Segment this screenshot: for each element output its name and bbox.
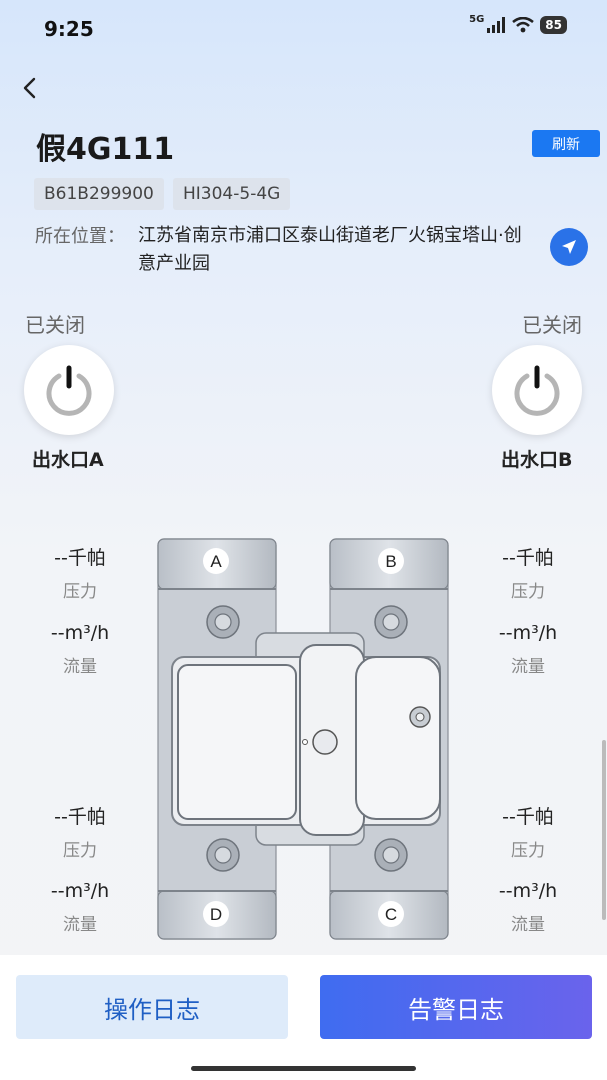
flow-value: --m³/h bbox=[50, 622, 110, 644]
home-indicator[interactable] bbox=[191, 1066, 416, 1071]
power-icon bbox=[514, 365, 560, 416]
alarm-log-button[interactable]: 告警日志 bbox=[320, 975, 592, 1039]
flow-label: 流量 bbox=[63, 657, 97, 677]
scrollbar[interactable] bbox=[602, 740, 606, 920]
port-a-label: A bbox=[210, 552, 222, 571]
navigate-button[interactable] bbox=[550, 228, 588, 266]
status-time: 9:25 bbox=[44, 17, 94, 41]
port-b-label: B bbox=[385, 552, 396, 571]
reading-top-right-pressure: --千帕 压力 bbox=[483, 546, 573, 604]
status-icons: 5G 85 bbox=[469, 13, 567, 34]
pressure-value: --千帕 bbox=[54, 547, 106, 569]
flow-value: --m³/h bbox=[498, 622, 558, 644]
pressure-label: 压力 bbox=[63, 841, 97, 861]
outlet-a-label: 出水口A bbox=[32, 449, 104, 471]
pressure-label: 压力 bbox=[63, 582, 97, 602]
port-d-label: D bbox=[210, 905, 222, 924]
flow-label: 流量 bbox=[63, 915, 97, 935]
battery-indicator: 85 bbox=[540, 16, 567, 34]
flow-value: --m³/h bbox=[50, 880, 110, 902]
status-bar: 9:25 5G 85 bbox=[0, 0, 607, 56]
power-icon bbox=[46, 365, 92, 416]
chevron-left-icon bbox=[23, 77, 36, 99]
pressure-label: 压力 bbox=[511, 841, 545, 861]
hydrant-device-illustration: A B C D bbox=[157, 538, 449, 940]
flow-value: --m³/h bbox=[498, 880, 558, 902]
outlet-b-status: 已关闭 bbox=[522, 313, 582, 337]
network-type: 5G bbox=[469, 13, 485, 25]
reading-bottom-right-pressure: --千帕 压力 bbox=[483, 805, 573, 863]
location-label: 所在位置： bbox=[35, 226, 125, 247]
outlet-b-label: 出水口B bbox=[501, 449, 573, 471]
serial-tag: B61B299900 bbox=[34, 178, 164, 210]
reading-top-right-flow: --m³/h 流量 bbox=[483, 621, 573, 679]
wifi-icon bbox=[512, 17, 535, 33]
navigation-arrow-icon bbox=[562, 240, 576, 254]
outlet-a-power-button[interactable] bbox=[24, 345, 114, 435]
flow-label: 流量 bbox=[511, 915, 545, 935]
outlet-a-status: 已关闭 bbox=[25, 313, 85, 337]
flow-label: 流量 bbox=[511, 657, 545, 677]
location-value: 江苏省南京市浦口区泰山街道老厂火锅宝塔山·创意产业园 bbox=[138, 225, 522, 274]
reading-top-left-pressure: --千帕 压力 bbox=[35, 546, 125, 604]
outlet-b-power-button[interactable] bbox=[492, 345, 582, 435]
pressure-value: --千帕 bbox=[54, 806, 106, 828]
port-c-label: C bbox=[385, 905, 397, 924]
operation-log-button[interactable]: 操作日志 bbox=[16, 975, 288, 1039]
reading-bottom-left-pressure: --千帕 压力 bbox=[35, 805, 125, 863]
pressure-value: --千帕 bbox=[502, 547, 554, 569]
reading-bottom-right-flow: --m³/h 流量 bbox=[483, 879, 573, 937]
refresh-button[interactable]: 刷新 bbox=[532, 130, 600, 157]
pressure-label: 压力 bbox=[511, 582, 545, 602]
pressure-value: --千帕 bbox=[502, 806, 554, 828]
back-button[interactable] bbox=[16, 74, 44, 102]
signal-icon bbox=[487, 17, 506, 33]
reading-bottom-left-flow: --m³/h 流量 bbox=[35, 879, 125, 937]
model-tag: HI304-5-4G bbox=[173, 178, 291, 210]
reading-top-left-flow: --m³/h 流量 bbox=[35, 621, 125, 679]
device-title: 假4G111 bbox=[36, 132, 175, 167]
